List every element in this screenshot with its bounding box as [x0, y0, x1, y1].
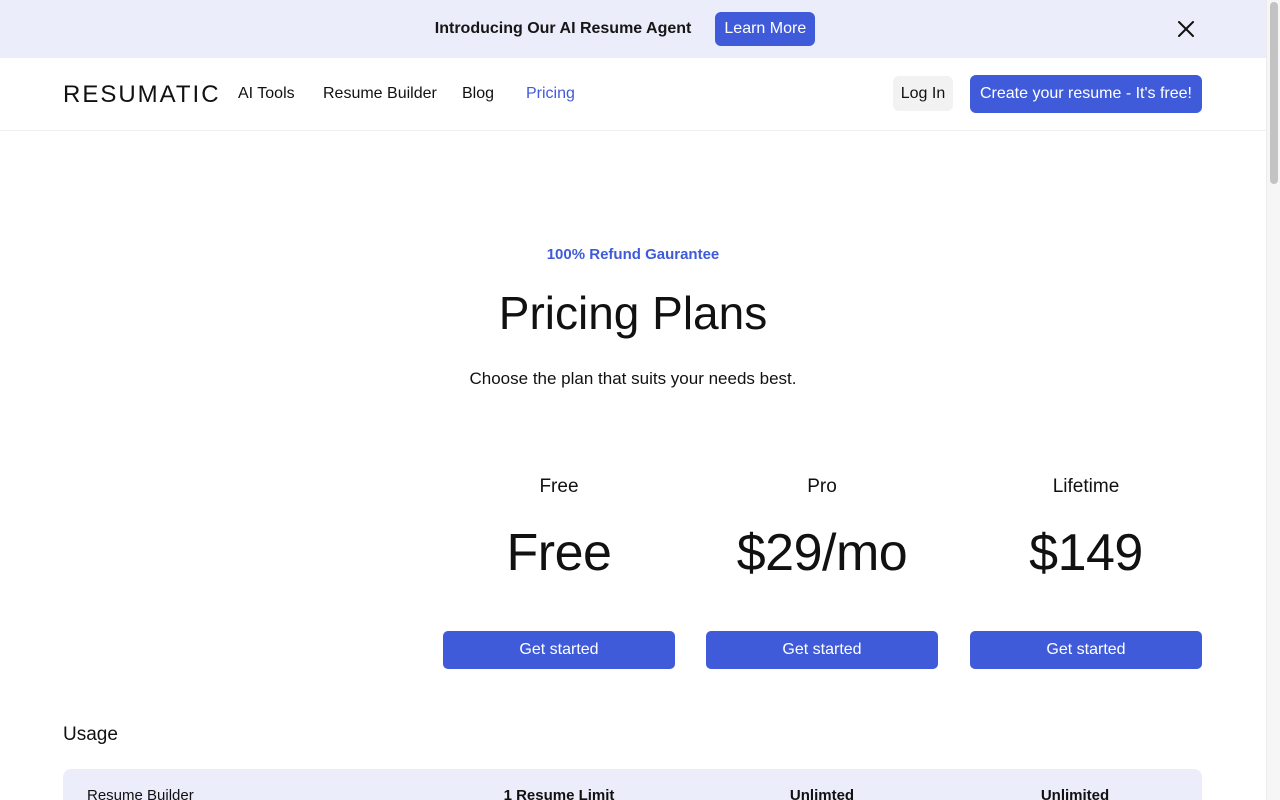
announcement-banner: Introducing Our AI Resume Agent Learn Mo… — [0, 0, 1266, 58]
lifetime-value: Unlimited — [1040, 787, 1110, 800]
plan-price: $29/mo — [736, 524, 908, 582]
nav-link-resume-builder[interactable]: Resume Builder — [323, 85, 437, 103]
table-row: Resume Builder 1 Resume Limit Unlimted U… — [63, 769, 1202, 800]
nav-link-pricing[interactable]: Pricing — [526, 85, 575, 103]
learn-more-button[interactable]: Learn More — [715, 12, 816, 46]
create-resume-button[interactable]: Create your resume - It's free! — [970, 75, 1202, 113]
plan-pro: Pro $29/mo Get started — [706, 470, 938, 669]
top-navigation: RESUMATIC AI Tools Resume Builder Blog P… — [0, 58, 1266, 131]
scrollbar-thumb[interactable] — [1270, 2, 1278, 184]
feature-name: Resume Builder — [87, 787, 194, 800]
get-started-free-button[interactable]: Get started — [443, 631, 675, 669]
page-title: Pricing Plans — [498, 287, 768, 339]
plan-name: Free — [539, 476, 579, 497]
plan-price: Free — [506, 524, 612, 582]
plan-name: Pro — [807, 476, 837, 497]
page: Introducing Our AI Resume Agent Learn Mo… — [0, 0, 1280, 800]
free-value: 1 Resume Limit — [503, 787, 615, 800]
close-icon[interactable] — [1173, 16, 1199, 42]
page-subtitle: Choose the plan that suits your needs be… — [469, 369, 797, 388]
usage-heading: Usage — [63, 724, 118, 745]
nav-link-ai-tools[interactable]: AI Tools — [238, 85, 295, 103]
get-started-pro-button[interactable]: Get started — [706, 631, 938, 669]
plan-name: Lifetime — [1052, 476, 1120, 497]
banner-text: Introducing Our AI Resume Agent — [434, 20, 692, 37]
plan-price: $149 — [1029, 524, 1143, 582]
logo[interactable]: RESUMATIC — [63, 81, 221, 109]
scrollbar[interactable] — [1266, 0, 1280, 800]
nav-link-blog[interactable]: Blog — [462, 85, 494, 103]
refund-guarantee-label: 100% Refund Gaurantee — [546, 246, 720, 263]
get-started-lifetime-button[interactable]: Get started — [970, 631, 1202, 669]
pro-value: Unlimted — [789, 787, 855, 800]
login-button[interactable]: Log In — [893, 76, 953, 111]
plan-free: Free Free Get started — [443, 470, 675, 669]
plan-lifetime: Lifetime $149 Get started — [970, 470, 1202, 669]
